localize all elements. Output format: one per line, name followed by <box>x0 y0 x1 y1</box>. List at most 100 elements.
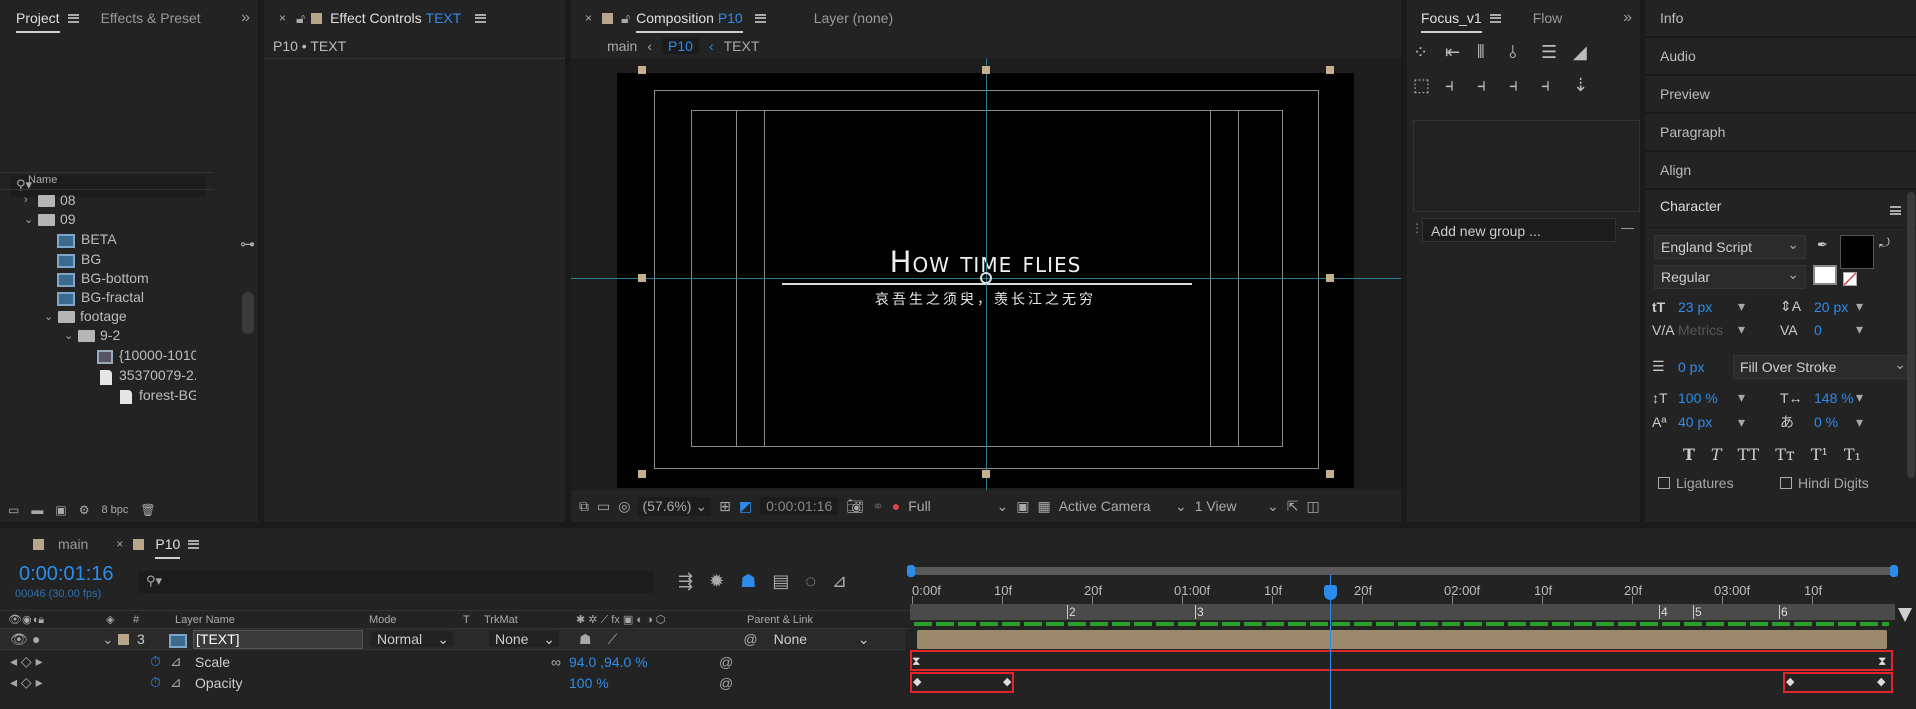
close-icon[interactable]: × <box>279 11 286 25</box>
kerning-row[interactable]: V/A Metrics ▾ VA 0 ▾ <box>1652 321 1912 338</box>
scale-property-row[interactable]: ◂ ◇ ▸ ⏱ ⊿ Scale ∞ 94.0 ,94.0 % @ <box>0 651 905 672</box>
hindi-digits-checkbox[interactable]: Hindi Digits <box>1780 475 1869 491</box>
transform-handle[interactable] <box>1326 470 1334 478</box>
keyframe[interactable]: ◆ <box>913 675 921 688</box>
label-header-icon[interactable]: ◈ <box>106 613 114 626</box>
keyframe[interactable]: ◆ <box>1786 675 1794 688</box>
right-panel-info[interactable]: Info <box>1645 0 1916 37</box>
tab-composition[interactable]: Composition P10 <box>636 3 743 33</box>
bpc-label[interactable]: 8 bpc <box>101 504 128 516</box>
time-navigator-end[interactable] <box>1890 565 1898 577</box>
comp-viewer[interactable]: How time flies 哀吾生之须臾，羡长江之无穷 <box>571 58 1401 490</box>
focus-tool-icon[interactable]: ⫞ <box>1445 75 1477 96</box>
reset-exposure-icon[interactable]: ◫ <box>1306 498 1319 515</box>
right-panel-paragraph[interactable]: Paragraph <box>1645 114 1916 151</box>
interpret-footage-icon[interactable]: ▭ <box>8 503 19 517</box>
trkmat-select[interactable]: None ⌄ <box>489 631 559 647</box>
all-caps-button[interactable]: TT <box>1738 445 1760 464</box>
keyframe-nav[interactable]: ◂ ◇ ▸ <box>10 653 120 670</box>
focus-tool-icon[interactable]: ⬚ <box>1413 75 1445 96</box>
keyframe[interactable]: ⧗ <box>1878 654 1886 669</box>
tab-flow[interactable]: Flow <box>1509 10 1571 26</box>
close-icon[interactable]: × <box>585 11 592 25</box>
breadcrumb-text[interactable]: TEXT <box>724 38 760 54</box>
tab-effects-presets[interactable]: Effects & Preset <box>87 10 209 26</box>
transform-handle[interactable] <box>982 470 990 478</box>
comp-marker[interactable]: 3 <box>1188 605 1204 619</box>
anchor-point-icon[interactable] <box>980 272 992 284</box>
keyframe-nav[interactable]: ◂ ◇ ▸ <box>10 674 120 691</box>
stopwatch-icon[interactable]: ⏱ <box>150 674 170 691</box>
keyframe[interactable]: ⧗ <box>912 654 920 669</box>
tab-project[interactable]: Project <box>0 3 87 33</box>
font-style-select[interactable]: Regular <box>1654 265 1806 289</box>
work-area-bar[interactable] <box>914 622 1889 626</box>
shy-switch-icon[interactable]: ☗ <box>579 631 592 648</box>
visibility-header-icon[interactable]: 👁︎◉◖🔒︎ <box>8 613 44 627</box>
stroke-type-select[interactable]: Fill Over Stroke <box>1733 355 1913 379</box>
frame-blending-icon[interactable]: ▤ <box>772 571 789 592</box>
no-color-icon[interactable] <box>1843 272 1857 286</box>
motion-blur-icon[interactable]: ◌ <box>805 571 816 592</box>
grid-icon[interactable]: ⊞ <box>719 498 731 515</box>
transform-handle[interactable] <box>1326 274 1334 282</box>
comp-mini-flowchart-icon[interactable]: ⇶ <box>678 571 693 592</box>
constrain-icon[interactable]: ∞ <box>551 654 569 670</box>
scale-row[interactable]: ↕T 100 % ▾ T↔ 148 % ▾ <box>1652 389 1912 406</box>
font-size-row[interactable]: tT 23 px ▾ ⇕A 20 px ▾ <box>1652 298 1912 315</box>
timeline-timecode[interactable]: 0:00:01:16 <box>19 563 114 586</box>
pickwhip-icon[interactable]: @ <box>743 631 757 647</box>
show-snapshot-icon[interactable]: ⚭ <box>872 498 884 515</box>
eyedropper-icon[interactable]: ✒ <box>1817 237 1828 253</box>
tree-item-file[interactable]: forest-BG.jpg <box>0 383 196 404</box>
right-panel-preview[interactable]: Preview <box>1645 76 1916 113</box>
fast-preview-icon[interactable]: ▣ <box>1016 498 1029 515</box>
panel-menu-icon[interactable] <box>1489 13 1501 23</box>
tab-focus[interactable]: Focus_v1 <box>1407 3 1509 33</box>
comp-marker[interactable]: 2 <box>1060 605 1076 619</box>
mask-visibility-icon[interactable]: ◎ <box>618 498 630 515</box>
layer-name-header[interactable]: Layer Name <box>175 614 235 626</box>
comp-marker[interactable]: 4 <box>1652 605 1668 619</box>
focus-tool-icon[interactable]: ⫴ <box>1477 42 1509 63</box>
graph-editor-icon[interactable]: ⊿ <box>832 571 847 592</box>
focus-tool-icon[interactable]: ☰ <box>1541 42 1573 63</box>
view-layout-select[interactable]: 1 View ⌄ <box>1195 498 1279 514</box>
focus-tool-icon[interactable]: ⁘ <box>1413 42 1445 63</box>
breadcrumb-main[interactable]: main <box>607 38 637 54</box>
playhead[interactable] <box>1324 585 1337 600</box>
quality-switch-icon[interactable]: ⟋ <box>608 631 618 648</box>
layer-name[interactable]: [TEXT] <box>193 629 363 649</box>
superscript-button[interactable]: T¹ <box>1811 445 1828 464</box>
keyframe[interactable]: ◆ <box>1877 675 1885 688</box>
camera-icon[interactable]: 📷︎ <box>846 498 864 515</box>
draft-3d-icon[interactable]: ✹ <box>709 571 724 592</box>
fill-color-swatch[interactable] <box>1840 235 1874 269</box>
close-icon[interactable]: × <box>116 537 123 551</box>
graph-icon[interactable]: ⊿ <box>170 653 195 670</box>
panel-menu-icon[interactable] <box>188 539 200 549</box>
lock-icon[interactable]: 🔓︎ <box>621 10 630 27</box>
current-time-display[interactable]: 0:00:01:16 <box>760 497 839 515</box>
remove-group-icon[interactable]: — <box>1621 220 1634 235</box>
focus-tool-icon[interactable]: ⫞ <box>1541 75 1573 96</box>
subscript-button[interactable]: T₁ <box>1844 445 1861 464</box>
panel-overflow-icon[interactable]: » <box>1615 9 1640 27</box>
project-scrollbar-thumb[interactable] <box>242 292 254 334</box>
tab-p10[interactable]: P10 <box>152 529 181 559</box>
panel-overflow-icon[interactable]: » <box>233 9 258 27</box>
panel-menu-icon[interactable] <box>475 13 487 23</box>
panel-menu-icon[interactable] <box>1890 206 1901 215</box>
font-family-select[interactable]: England Script <box>1654 235 1806 259</box>
panel-menu-icon[interactable] <box>67 13 79 23</box>
breadcrumb-p10[interactable]: P10 <box>662 38 699 54</box>
t-header[interactable]: T <box>463 614 470 626</box>
monitor-icon[interactable]: ▭ <box>597 498 610 515</box>
faux-italic-button[interactable]: T <box>1711 445 1722 464</box>
delete-icon[interactable]: 🗑 <box>140 503 155 517</box>
switches-header-icons[interactable]: ✱ ✲ ⟋ fx ▣ ◐ ◑ ⬡ <box>576 613 665 627</box>
timeline-search-input[interactable]: ⚲▾ <box>138 571 654 593</box>
zoom-select[interactable]: (57.6%) ⌄ <box>638 496 712 516</box>
transform-handle[interactable] <box>638 470 646 478</box>
time-navigator-start[interactable] <box>907 565 915 577</box>
